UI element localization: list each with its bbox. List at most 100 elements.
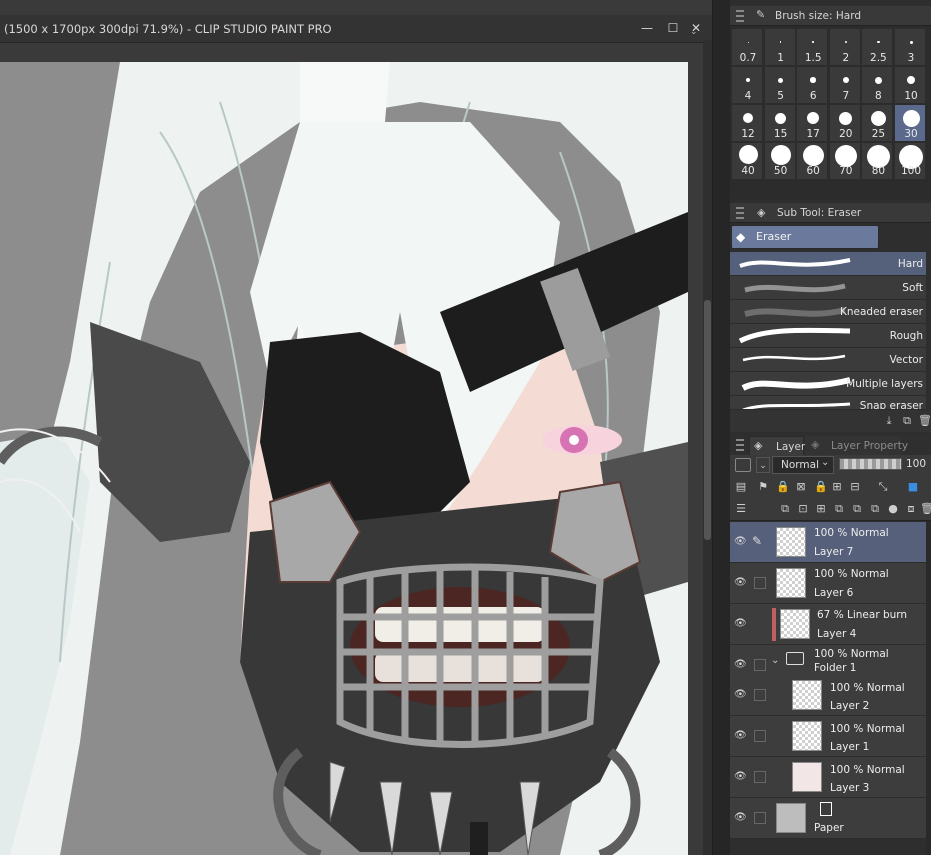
- canvas-scrollbar-thumb[interactable]: [704, 300, 711, 540]
- grip-icon[interactable]: [736, 439, 744, 451]
- chevron-down-icon[interactable]: ⌄: [756, 457, 770, 473]
- chevron-down-icon[interactable]: ⌄: [771, 655, 779, 666]
- sub-tool-group-eraser[interactable]: [731, 225, 879, 249]
- sub-tool-item-snap-eraser[interactable]: Snap eraser: [730, 396, 926, 410]
- mask-icon[interactable]: ●: [886, 502, 900, 516]
- brush-size-option[interactable]: 2.5: [861, 28, 894, 66]
- sub-tool-item-hard[interactable]: Hard: [730, 252, 926, 276]
- brush-size-dot: [902, 109, 920, 127]
- brush-size-option[interactable]: 3: [894, 28, 926, 66]
- sub-tool-item-soft[interactable]: Soft: [730, 276, 926, 300]
- edit-target-box[interactable]: [754, 730, 766, 742]
- clipping-indicator: [772, 608, 776, 641]
- eye-icon[interactable]: 👁: [734, 771, 747, 784]
- new-folder-icon[interactable]: ⊞: [814, 502, 828, 516]
- grip-icon[interactable]: [736, 10, 744, 22]
- layer-row-layer-1[interactable]: 👁 100 % Normal Layer 1: [730, 716, 926, 757]
- eye-icon[interactable]: 👁: [734, 536, 747, 549]
- chevron-down-icon[interactable]: ⌄: [690, 27, 702, 39]
- layer-row-layer-2[interactable]: 👁 100 % Normal Layer 2: [730, 675, 926, 716]
- eye-icon[interactable]: 👁: [734, 812, 747, 825]
- layer-row-layer-3[interactable]: 👁 100 % Normal Layer 3: [730, 757, 926, 798]
- brush-size-option[interactable]: 7: [828, 66, 861, 104]
- paper-thumbnail: [776, 803, 806, 833]
- brush-size-option[interactable]: 2: [828, 28, 861, 66]
- blend-mode-select[interactable]: Normal ⌄: [772, 456, 834, 474]
- brush-size-option[interactable]: 100: [894, 142, 926, 180]
- layer-row-paper[interactable]: 👁 Paper: [730, 798, 926, 839]
- brush-size-option[interactable]: 1.5: [796, 28, 829, 66]
- lock-icon[interactable]: 🔒: [814, 480, 828, 494]
- opacity-slider[interactable]: [839, 458, 902, 470]
- ruler-icon[interactable]: ⤡: [876, 480, 890, 494]
- edit-target-box[interactable]: [754, 689, 766, 701]
- brush-size-dot: [907, 76, 915, 84]
- brush-size-option[interactable]: 30: [894, 104, 926, 142]
- clip-icon[interactable]: ⊞: [830, 480, 844, 494]
- sub-tool-panel-header: ◈ Sub Tool: Eraser: [730, 203, 931, 223]
- brush-size-option[interactable]: 1: [763, 28, 796, 66]
- edit-target-box[interactable]: [754, 812, 766, 824]
- layer-menu-icon[interactable]: ☰: [734, 502, 748, 516]
- layer-color-icon[interactable]: [735, 458, 751, 472]
- duplicate-icon[interactable]: ⧉: [900, 414, 914, 428]
- eye-icon[interactable]: 👁: [734, 659, 747, 672]
- chevron-down-icon: ⌄: [821, 457, 830, 468]
- brush-size-option[interactable]: 80: [861, 142, 894, 180]
- minimize-button[interactable]: —: [640, 21, 654, 35]
- brush-size-option[interactable]: 0.7: [731, 28, 763, 66]
- eye-icon[interactable]: 👁: [734, 618, 747, 631]
- brush-size-option[interactable]: 17: [796, 104, 829, 142]
- apply-mask-icon[interactable]: ⧈: [904, 502, 918, 516]
- import-icon[interactable]: ⤓: [882, 414, 896, 428]
- brush-size-option[interactable]: 10: [894, 66, 926, 104]
- layer-row-layer-4[interactable]: 👁 67 % Linear burn Layer 4: [730, 604, 926, 645]
- eye-icon[interactable]: 👁: [734, 689, 747, 702]
- maximize-button[interactable]: ☐: [666, 21, 680, 35]
- brush-size-option[interactable]: 4: [731, 66, 763, 104]
- sub-tool-item-kneaded-eraser[interactable]: Kneaded eraser: [730, 300, 926, 324]
- eye-icon[interactable]: 👁: [734, 577, 747, 590]
- delete-icon[interactable]: 🗑: [918, 414, 931, 428]
- new-layer-icon[interactable]: ⧉: [778, 502, 792, 516]
- brush-size-option[interactable]: 25: [861, 104, 894, 142]
- sub-tool-item-vector[interactable]: Vector: [730, 348, 926, 372]
- brush-size-option[interactable]: 40: [731, 142, 763, 180]
- edit-target-box[interactable]: [754, 659, 766, 671]
- edit-target-box[interactable]: [754, 577, 766, 589]
- brush-size-option[interactable]: 50: [763, 142, 796, 180]
- new-raster-layer-icon[interactable]: ▤: [734, 480, 748, 494]
- merge-down-icon[interactable]: ⧉: [832, 502, 846, 516]
- brush-size-option[interactable]: 15: [763, 104, 796, 142]
- tab-layer[interactable]: ◈ Layer: [749, 436, 805, 455]
- transfer-icon[interactable]: ⧉: [868, 502, 882, 516]
- edit-target-box[interactable]: [754, 771, 766, 783]
- layer-mode: 100 % Normal: [814, 648, 889, 660]
- eye-icon[interactable]: 👁: [734, 730, 747, 743]
- lock-layer-icon[interactable]: 🔒: [776, 480, 790, 494]
- sub-tool-item-rough[interactable]: Rough: [730, 324, 926, 348]
- tab-layer-property[interactable]: ◈ Layer Property: [805, 436, 908, 455]
- reference-layer-icon[interactable]: ⚑: [756, 480, 770, 494]
- lock-transparent-icon[interactable]: ⊠: [794, 480, 808, 494]
- brush-size-option[interactable]: 20: [828, 104, 861, 142]
- brush-size-option[interactable]: 5: [763, 66, 796, 104]
- brush-size-option[interactable]: 6: [796, 66, 829, 104]
- canvas-titlebar: (1500 x 1700px 300dpi 71.9%) - CLIP STUD…: [0, 15, 712, 43]
- new-vector-layer-icon[interactable]: ⊡: [796, 502, 810, 516]
- grip-icon[interactable]: [736, 207, 744, 219]
- sub-tool-item-multiple-layers[interactable]: Multiple layers: [730, 372, 926, 396]
- brush-size-option[interactable]: 12: [731, 104, 763, 142]
- brush-size-option[interactable]: 60: [796, 142, 829, 180]
- mask-enable-icon[interactable]: ⊟: [848, 480, 862, 494]
- brush-size-option[interactable]: 8: [861, 66, 894, 104]
- layer-scrollbar[interactable]: [926, 521, 931, 855]
- duplicate-layer-icon[interactable]: ⧉: [850, 502, 864, 516]
- brush-size-option[interactable]: 70: [828, 142, 861, 180]
- layer-color-swatch-icon[interactable]: ■: [906, 480, 920, 494]
- drawing-canvas[interactable]: [0, 62, 688, 855]
- delete-layer-icon[interactable]: 🗑: [920, 502, 931, 516]
- layer-row-layer-6[interactable]: 👁 100 % Normal Layer 6: [730, 563, 926, 604]
- brush-size-label: 6: [809, 90, 817, 102]
- layer-row-layer-7[interactable]: 👁 ✎ 100 % Normal Layer 7: [730, 522, 926, 563]
